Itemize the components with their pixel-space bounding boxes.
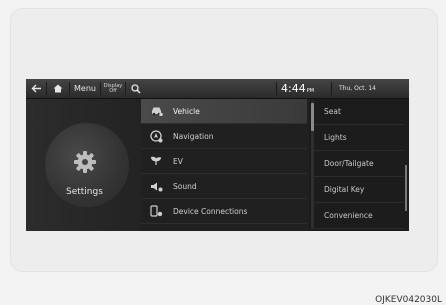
submenu-item-door-tailgate[interactable]: Door/Tailgate: [314, 151, 404, 177]
menu-item-label: EV: [173, 156, 183, 166]
separator: [331, 82, 332, 95]
menu-item-label: Vehicle: [173, 106, 200, 116]
clock-ampm: PM: [306, 87, 315, 94]
back-button[interactable]: [26, 79, 46, 98]
menu-button[interactable]: Menu: [70, 79, 100, 98]
clock: 4:44 PM: [281, 79, 314, 98]
back-arrow-icon: [31, 84, 41, 93]
menu-item-vehicle[interactable]: Vehicle: [141, 99, 307, 124]
ev-icon: [149, 154, 163, 168]
menu-item-device-connections[interactable]: Device Connections: [141, 199, 307, 224]
menu-item-label: Sound: [173, 181, 197, 191]
gear-icon: [74, 151, 96, 173]
car-icon: [149, 104, 163, 118]
settings-title: Settings: [66, 187, 103, 197]
submenu-scrollbar[interactable]: [405, 165, 407, 211]
submenu-item-lights[interactable]: Lights: [314, 125, 404, 151]
vehicle-submenu: Seat Lights Door/Tailgate Digital Key Co…: [314, 99, 409, 231]
date-display: Thu, Oct. 14: [339, 85, 376, 92]
settings-category-list: Vehicle Navigation EV Sound Device Conne…: [141, 99, 309, 231]
home-icon: [53, 84, 63, 93]
device-connections-icon: [149, 204, 163, 218]
submenu-item-label: Lights: [324, 133, 347, 142]
display-off-label-line2: Off: [109, 87, 117, 94]
menu-item-label: Navigation: [173, 131, 214, 141]
submenu-item-digital-key[interactable]: Digital Key: [314, 177, 404, 203]
infotainment-screen: Menu Display Off 4:44 PM Thu, Oct. 14 Se…: [26, 79, 409, 231]
search-button[interactable]: [126, 79, 146, 98]
search-icon: [131, 83, 141, 94]
menu-button-label: Menu: [74, 84, 96, 93]
submenu-item-label: Convenience: [324, 211, 373, 220]
menu-item-label: Device Connections: [173, 206, 248, 216]
submenu-item-label: Seat: [324, 107, 341, 116]
settings-panel: Settings: [26, 99, 141, 231]
clock-time: 4:44: [281, 82, 306, 95]
submenu-item-convenience[interactable]: Convenience: [314, 203, 404, 229]
top-bar: Menu Display Off 4:44 PM Thu, Oct. 14: [26, 79, 409, 99]
display-off-button[interactable]: Display Off: [101, 79, 125, 98]
submenu-item-label: Door/Tailgate: [324, 159, 374, 168]
submenu-item-seat[interactable]: Seat: [314, 99, 404, 125]
submenu-item-label: Digital Key: [324, 185, 365, 194]
home-button[interactable]: [47, 79, 69, 98]
figure-caption: OJKEV042030L: [375, 295, 442, 305]
menu-item-navigation[interactable]: Navigation: [141, 124, 307, 149]
separator: [276, 82, 277, 95]
navigation-icon: [149, 129, 163, 143]
speaker-icon: [149, 179, 163, 193]
menu-item-ev[interactable]: EV: [141, 149, 307, 174]
menu-item-sound[interactable]: Sound: [141, 174, 307, 199]
